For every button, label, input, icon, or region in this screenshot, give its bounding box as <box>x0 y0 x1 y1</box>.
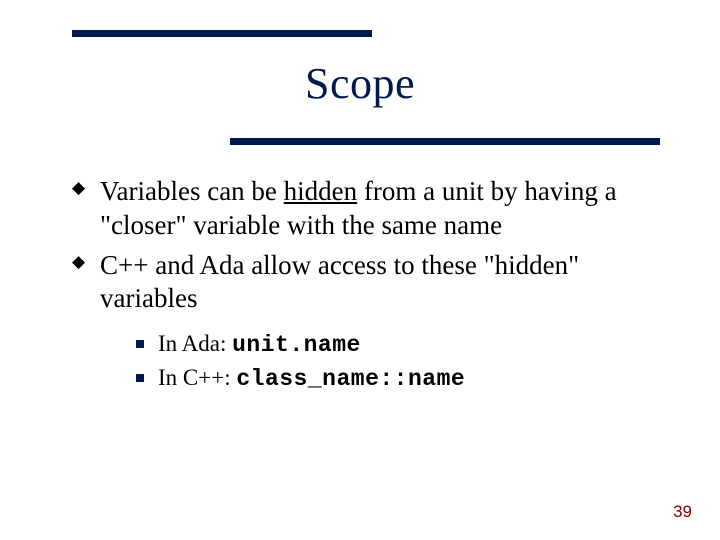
bullet-1-underline: hidden <box>284 176 358 206</box>
slide-body: Variables can be hidden from a unit by h… <box>72 175 660 400</box>
sub-bullet-list: In Ada: unit.name In C++: class_name::na… <box>100 330 660 394</box>
bullet-item-2: C++ and Ada allow access to these "hidde… <box>72 249 660 394</box>
page-number: 39 <box>673 502 692 522</box>
sub-cpp-label: In C++: <box>158 365 236 390</box>
sub-ada-label: In Ada: <box>158 331 232 356</box>
bullet-item-1: Variables can be hidden from a unit by h… <box>72 175 660 243</box>
sub-item-cpp: In C++: class_name::name <box>136 364 660 394</box>
bullet-2-text: C++ and Ada allow access to these "hidde… <box>100 250 579 314</box>
slide: Scope Variables can be hidden from a uni… <box>0 0 720 540</box>
bullet-list: Variables can be hidden from a unit by h… <box>72 175 660 394</box>
decor-rule-bottom <box>230 138 660 145</box>
sub-item-ada: In Ada: unit.name <box>136 330 660 360</box>
sub-ada-code: unit.name <box>232 332 361 358</box>
slide-title: Scope <box>0 58 720 109</box>
decor-rule-top <box>72 30 372 37</box>
bullet-1-text-pre: Variables can be <box>100 176 284 206</box>
sub-cpp-code: class_name::name <box>236 366 465 392</box>
